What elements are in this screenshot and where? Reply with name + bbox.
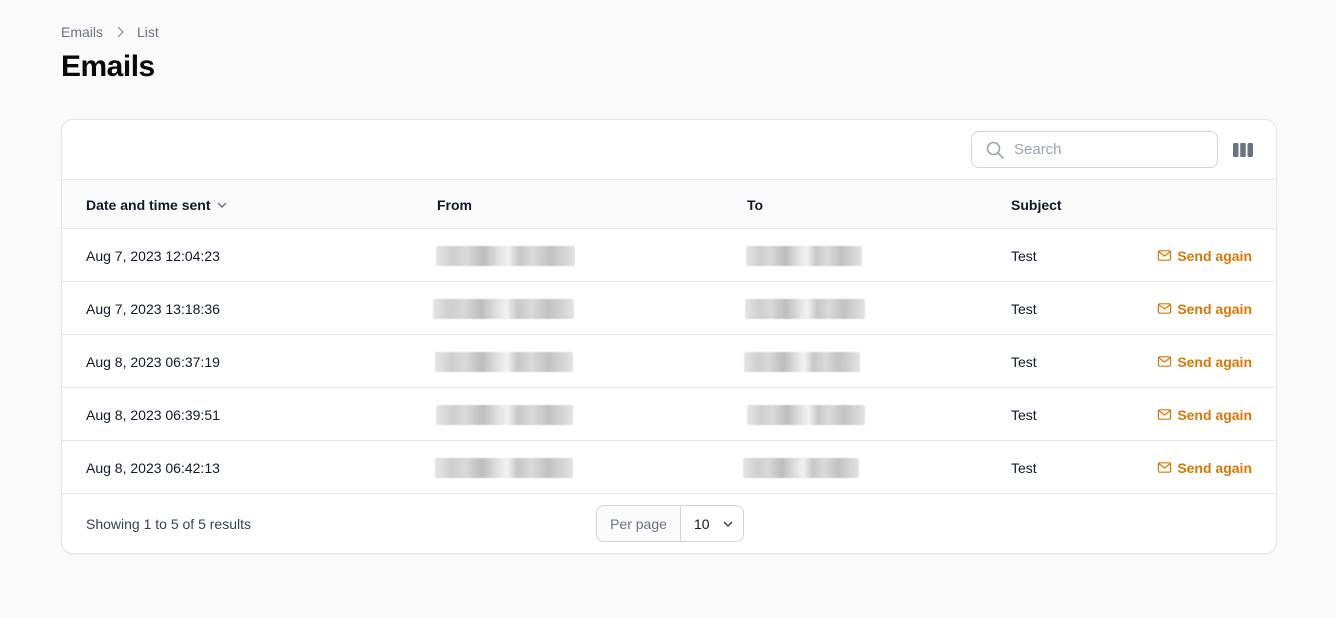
column-header-from: From <box>437 196 472 213</box>
cell-subject: Test <box>1011 353 1037 370</box>
cell-date: Aug 7, 2023 13:18:36 <box>86 300 220 317</box>
redacted-from <box>435 351 573 372</box>
cell-from <box>436 388 573 441</box>
redacted-to <box>743 457 859 478</box>
column-header-date-label: Date and time sent <box>86 196 211 213</box>
send-again-button[interactable]: Send again <box>1157 229 1252 282</box>
table-row[interactable]: Aug 8, 2023 06:39:51 Test Send again <box>62 388 1276 441</box>
table-row[interactable]: Aug 8, 2023 06:42:13 Test Send again <box>62 441 1276 494</box>
table-body: Aug 7, 2023 12:04:23 Test Send again Aug 7,… <box>62 229 1276 494</box>
chevron-down-icon <box>723 521 733 527</box>
cell-subject: Test <box>1011 406 1037 423</box>
columns-icon[interactable] <box>1232 140 1254 160</box>
emails-table-card: Date and time sent From To Subject Aug 7… <box>61 119 1277 554</box>
table-row[interactable]: Aug 7, 2023 13:18:36 Test Send again <box>62 282 1276 335</box>
cell-date: Aug 8, 2023 06:42:13 <box>86 459 220 476</box>
redacted-from <box>436 404 573 425</box>
send-again-label: Send again <box>1177 353 1252 370</box>
per-page-value: 10 <box>694 515 710 532</box>
column-header-to: To <box>747 196 764 213</box>
column-header-subject: Subject <box>1011 196 1062 213</box>
cell-date: Aug 8, 2023 06:39:51 <box>86 406 220 423</box>
cell-to <box>745 282 865 335</box>
cell-subject: Test <box>1011 459 1037 476</box>
results-summary: Showing 1 to 5 of 5 results <box>86 516 251 532</box>
per-page-control: Per page 10 <box>596 505 744 542</box>
redacted-from <box>433 298 574 319</box>
chevron-down-icon <box>217 202 227 208</box>
search-icon <box>986 141 1004 159</box>
send-again-button[interactable]: Send again <box>1157 335 1252 388</box>
cell-subject: Test <box>1011 247 1037 264</box>
column-header-date[interactable]: Date and time sent <box>86 180 228 229</box>
redacted-to <box>745 298 865 319</box>
send-again-label: Send again <box>1177 300 1252 317</box>
envelope-icon <box>1158 356 1172 367</box>
cell-from <box>435 335 573 388</box>
breadcrumb-item-emails[interactable]: Emails <box>61 24 103 40</box>
cell-from <box>436 229 575 282</box>
envelope-icon <box>1158 250 1172 261</box>
cell-to <box>746 229 862 282</box>
cell-to <box>744 335 860 388</box>
envelope-icon <box>1158 303 1172 314</box>
search-field[interactable] <box>971 131 1218 168</box>
breadcrumb: Emails List <box>61 24 159 40</box>
send-again-button[interactable]: Send again <box>1157 282 1252 335</box>
send-again-label: Send again <box>1177 459 1252 476</box>
send-again-button[interactable]: Send again <box>1157 388 1252 441</box>
cell-subject: Test <box>1011 300 1037 317</box>
search-input[interactable] <box>1014 141 1217 158</box>
table-toolbar <box>62 120 1276 180</box>
redacted-to <box>744 351 860 372</box>
page-title: Emails <box>61 50 155 83</box>
cell-date: Aug 8, 2023 06:37:19 <box>86 353 220 370</box>
cell-from <box>433 282 574 335</box>
breadcrumb-item-list: List <box>137 24 159 40</box>
redacted-from <box>436 245 575 266</box>
cell-to <box>747 388 865 441</box>
send-again-label: Send again <box>1177 406 1252 423</box>
send-again-label: Send again <box>1177 247 1252 264</box>
envelope-icon <box>1158 462 1172 473</box>
send-again-button[interactable]: Send again <box>1157 441 1252 494</box>
cell-to <box>743 441 859 494</box>
table-row[interactable]: Aug 8, 2023 06:37:19 Test Send again <box>62 335 1276 388</box>
envelope-icon <box>1158 409 1172 420</box>
cell-from <box>435 441 573 494</box>
cell-date: Aug 7, 2023 12:04:23 <box>86 247 220 264</box>
redacted-to <box>747 404 865 425</box>
redacted-from <box>435 457 573 478</box>
per-page-label: Per page <box>597 506 681 541</box>
table-header: Date and time sent From To Subject <box>62 180 1276 229</box>
table-row[interactable]: Aug 7, 2023 12:04:23 Test Send again <box>62 229 1276 282</box>
redacted-to <box>746 245 862 266</box>
table-footer: Showing 1 to 5 of 5 results Per page 10 <box>62 494 1276 553</box>
per-page-select[interactable]: 10 <box>681 506 743 541</box>
chevron-right-icon <box>117 26 125 38</box>
